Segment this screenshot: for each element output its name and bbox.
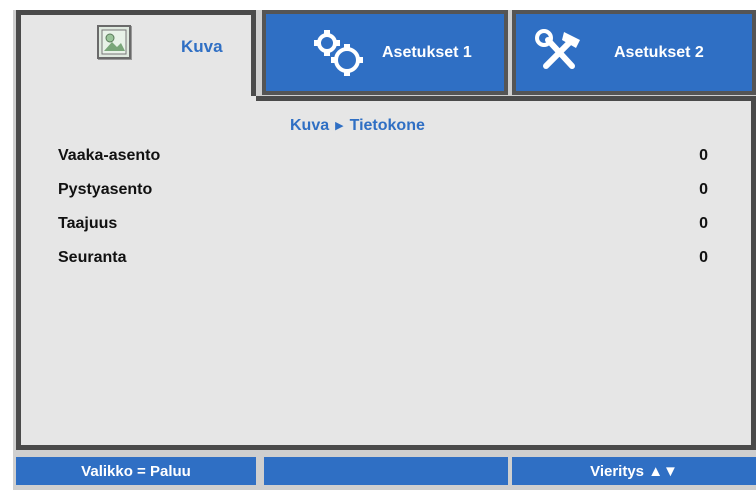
tab-asetukset-1-label: Asetukset 1 (382, 43, 472, 61)
tab-asetukset-2[interactable]: Asetukset 2 (512, 10, 756, 95)
row-value: 0 (699, 215, 708, 232)
menu-row-pystyasento[interactable]: Pystyasento 0 (58, 181, 718, 207)
row-value: 0 (699, 181, 708, 198)
row-label: Pystyasento (58, 181, 153, 198)
tab-divider (256, 96, 756, 101)
breadcrumb-parent: Kuva (290, 117, 330, 134)
picture-icon (97, 25, 131, 59)
tab-kuva[interactable]: Kuva (16, 10, 256, 101)
menu-row-seuranta[interactable]: Seuranta 0 (58, 249, 718, 275)
menu-row-vaaka-asento[interactable]: Vaaka-asento 0 (58, 147, 718, 173)
row-label: Vaaka-asento (58, 147, 161, 164)
tab-kuva-label: Kuva (181, 37, 223, 56)
breadcrumb-arrow-icon: ▶ (335, 120, 344, 132)
row-label: Seuranta (58, 249, 127, 266)
tools-icon (534, 28, 584, 78)
footer-scroll-hint: Vieritys ▲▼ (512, 457, 756, 485)
footer-middle (264, 457, 508, 485)
footer-menu-hint: Valikko = Paluu (16, 457, 256, 485)
breadcrumb: Kuva ▶ Tietokone (290, 117, 425, 135)
row-value: 0 (699, 147, 708, 164)
row-value: 0 (699, 249, 708, 266)
breadcrumb-current: Tietokone (349, 117, 425, 134)
tab-asetukset-1[interactable]: Asetukset 1 (262, 10, 508, 95)
tab-asetukset-2-label: Asetukset 2 (614, 43, 704, 61)
menu-row-taajuus[interactable]: Taajuus 0 (58, 215, 718, 241)
gears-icon (312, 28, 368, 78)
row-label: Taajuus (58, 215, 118, 232)
